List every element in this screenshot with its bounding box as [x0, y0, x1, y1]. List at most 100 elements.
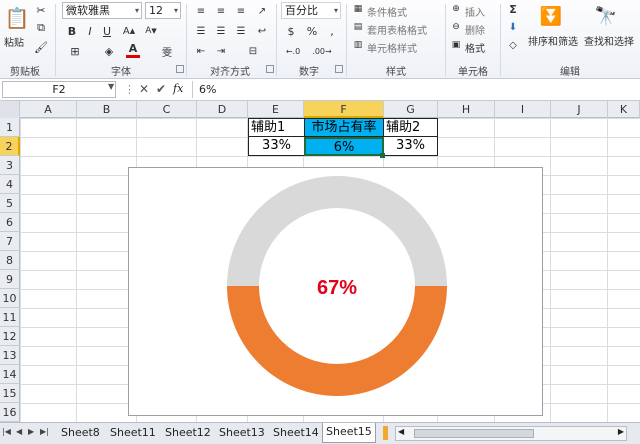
- doughnut-slice-helper1[interactable]: [227, 176, 337, 286]
- row-header[interactable]: 15: [0, 384, 20, 403]
- next-sheet-nav-icon[interactable]: ▶: [28, 427, 34, 436]
- insert-function-icon[interactable]: fx: [173, 82, 183, 95]
- select-all-corner[interactable]: [0, 101, 20, 118]
- percent-button[interactable]: %: [306, 24, 318, 38]
- insert-icon[interactable]: ⊕: [450, 3, 462, 15]
- row-header[interactable]: 9: [0, 270, 20, 289]
- borders-icon[interactable]: ⊞: [66, 44, 84, 58]
- doughnut-slice-helper2[interactable]: [337, 176, 447, 286]
- column-header-k[interactable]: K: [608, 101, 640, 118]
- column-header-i[interactable]: I: [495, 101, 551, 118]
- column-header-e[interactable]: E: [248, 101, 304, 118]
- wrap-text-icon[interactable]: ↩: [254, 24, 270, 38]
- align-right-icon[interactable]: ☰: [234, 24, 248, 38]
- row-header[interactable]: 6: [0, 213, 20, 232]
- sheet-tab[interactable]: Sheet14: [270, 424, 322, 443]
- cell-f1[interactable]: 市场占有率: [304, 118, 384, 137]
- prev-sheet-nav-icon[interactable]: ◀: [16, 427, 22, 436]
- row-header[interactable]: 12: [0, 327, 20, 346]
- column-header-a[interactable]: A: [20, 101, 77, 118]
- column-header-d[interactable]: D: [197, 101, 248, 118]
- cell-styles-button[interactable]: 单元格样式: [367, 40, 417, 55]
- number-format-combo[interactable]: 百分比 ▾: [281, 2, 341, 19]
- copy-icon[interactable]: ⧉: [34, 21, 48, 35]
- orientation-icon[interactable]: ↗: [254, 4, 270, 18]
- column-header-c[interactable]: C: [137, 101, 197, 118]
- format-button[interactable]: 格式: [465, 40, 485, 55]
- merge-center-icon[interactable]: ⊟: [244, 44, 262, 58]
- align-center-icon[interactable]: ☰: [214, 24, 228, 38]
- scroll-thumb[interactable]: [414, 429, 534, 438]
- sheet-tab[interactable]: Sheet11: [107, 424, 159, 443]
- last-sheet-nav-icon[interactable]: ▶|: [40, 427, 49, 436]
- name-box[interactable]: F2: [2, 81, 116, 98]
- format-icon[interactable]: ▣: [450, 39, 462, 51]
- fill-color-icon[interactable]: ◈: [100, 44, 118, 58]
- autosum-button[interactable]: Σ: [506, 2, 520, 16]
- column-header-g[interactable]: G: [384, 101, 438, 118]
- increase-decimal-icon[interactable]: ←.0: [283, 44, 303, 58]
- find-select-button[interactable]: 查找和选择: [584, 33, 634, 48]
- font-size-combo[interactable]: 12 ▾: [145, 2, 181, 19]
- cell-e1[interactable]: 辅助1: [248, 118, 304, 137]
- conditional-format-button[interactable]: 条件格式: [367, 4, 407, 19]
- cut-icon[interactable]: ✂: [34, 3, 48, 17]
- horizontal-scrollbar[interactable]: ◀ ▶: [395, 426, 627, 441]
- first-sheet-nav-icon[interactable]: |◀: [2, 427, 11, 436]
- increase-indent-icon[interactable]: ⇥: [214, 44, 228, 58]
- row-header[interactable]: 10: [0, 289, 20, 308]
- alignment-dialog-launcher[interactable]: [266, 65, 274, 73]
- doughnut-slice-market-share[interactable]: [227, 286, 447, 396]
- row-header[interactable]: 14: [0, 365, 20, 384]
- sort-filter-icon[interactable]: ⏬: [540, 4, 562, 28]
- confirm-entry-icon[interactable]: ✔: [156, 82, 166, 96]
- column-header-b[interactable]: B: [77, 101, 137, 118]
- decrease-indent-icon[interactable]: ⇤: [194, 44, 208, 58]
- underline-button[interactable]: U: [101, 24, 113, 38]
- cell-g1[interactable]: 辅助2: [384, 118, 438, 137]
- fill-handle[interactable]: [380, 153, 385, 158]
- cell-styles-icon[interactable]: ▥: [352, 39, 364, 51]
- cell-e2[interactable]: 33%: [248, 137, 304, 156]
- cancel-entry-icon[interactable]: ✕: [139, 82, 149, 96]
- paste-label[interactable]: 粘贴: [4, 34, 24, 49]
- decrease-decimal-icon[interactable]: .00→: [312, 44, 332, 58]
- align-middle-icon[interactable]: ≡: [214, 4, 228, 18]
- table-format-button[interactable]: 套用表格格式: [367, 22, 427, 37]
- align-bottom-icon[interactable]: ≡: [234, 4, 248, 18]
- find-select-icon[interactable]: 🔭: [595, 4, 617, 28]
- grow-font-button[interactable]: A ▲: [120, 24, 138, 38]
- row-header[interactable]: 13: [0, 346, 20, 365]
- italic-button[interactable]: I: [84, 24, 96, 38]
- clear-icon[interactable]: ◇: [506, 38, 520, 52]
- conditional-format-icon[interactable]: ▦: [352, 3, 364, 15]
- sheet-tab[interactable]: Sheet8: [58, 424, 103, 443]
- insert-button[interactable]: 插入: [465, 4, 485, 19]
- wen-icon[interactable]: 雯: [158, 44, 176, 59]
- bold-button[interactable]: B: [66, 24, 78, 38]
- row-header[interactable]: 5: [0, 194, 20, 213]
- paste-icon[interactable]: 📋: [4, 4, 30, 32]
- number-dialog-launcher[interactable]: [335, 65, 343, 73]
- row-header[interactable]: 11: [0, 308, 20, 327]
- scroll-right-icon[interactable]: ▶: [618, 427, 624, 436]
- formula-input[interactable]: 6%: [192, 81, 638, 98]
- row-header[interactable]: 1: [0, 118, 20, 137]
- sheet-tab-split[interactable]: [383, 426, 388, 440]
- comma-button[interactable]: ,: [326, 24, 338, 38]
- align-top-icon[interactable]: ≡: [194, 4, 208, 18]
- font-dialog-launcher[interactable]: [176, 65, 184, 73]
- delete-button[interactable]: 删除: [465, 22, 485, 37]
- column-header-h[interactable]: H: [438, 101, 495, 118]
- row-header[interactable]: 8: [0, 251, 20, 270]
- align-left-icon[interactable]: ☰: [194, 24, 208, 38]
- fill-icon[interactable]: ⬇: [506, 20, 520, 34]
- sheet-tab-active[interactable]: Sheet15: [322, 423, 376, 443]
- sort-filter-button[interactable]: 排序和筛选: [528, 33, 578, 48]
- font-name-combo[interactable]: 微软雅黑 ▾: [62, 2, 142, 19]
- name-box-dropdown-icon[interactable]: ▼: [108, 82, 114, 91]
- table-format-icon[interactable]: ▤: [352, 21, 364, 33]
- sheet-tab[interactable]: Sheet12: [162, 424, 214, 443]
- row-header[interactable]: 7: [0, 232, 20, 251]
- sheet-tab[interactable]: Sheet13: [216, 424, 268, 443]
